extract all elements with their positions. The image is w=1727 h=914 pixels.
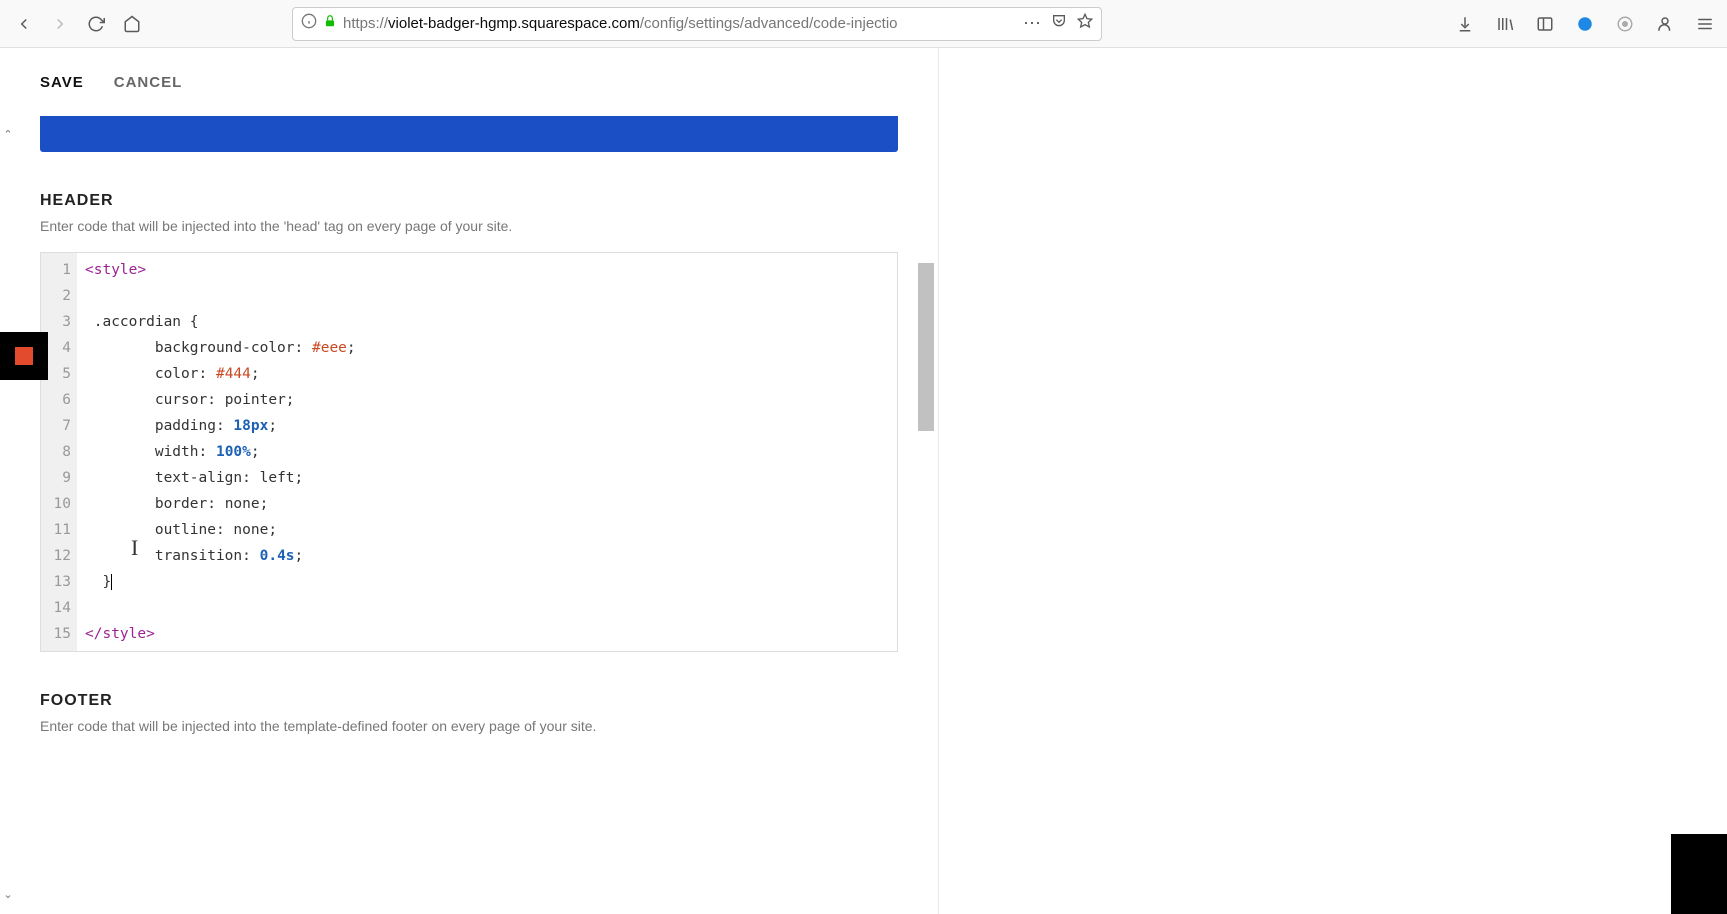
- recording-badge[interactable]: [0, 332, 48, 380]
- site-info-icon[interactable]: [301, 13, 317, 34]
- settings-panel: Available on Business and Commerce plans…: [0, 116, 938, 914]
- help-widget[interactable]: [1671, 834, 1727, 914]
- extension-icon[interactable]: [1611, 10, 1639, 38]
- record-icon: [15, 347, 33, 365]
- bookmark-star-icon[interactable]: [1077, 13, 1093, 34]
- address-bar[interactable]: https://violet-badger-hgmp.squarespace.c…: [292, 7, 1102, 41]
- url-text: https://violet-badger-hgmp.squarespace.c…: [343, 15, 1017, 32]
- cancel-button[interactable]: CANCEL: [114, 74, 183, 91]
- scroll-down-arrow[interactable]: ⌄: [0, 888, 16, 904]
- page-actions-icon[interactable]: ⋯: [1023, 13, 1041, 34]
- browser-right-icons: [1451, 10, 1719, 38]
- back-button[interactable]: [8, 8, 40, 40]
- app-area: SAVE CANCEL Available on Business and Co…: [0, 48, 1727, 914]
- pocket-icon[interactable]: [1051, 13, 1067, 34]
- reload-button[interactable]: [80, 8, 112, 40]
- footer-section-desc: Enter code that will be injected into th…: [40, 718, 898, 734]
- header-code-editor[interactable]: 1 2 3 4 5 6 7 8 9 10 11 12 13 14 15: [40, 252, 898, 652]
- notice-text: Available on Business and Commerce plans…: [292, 116, 645, 124]
- home-button[interactable]: [116, 8, 148, 40]
- library-icon[interactable]: [1491, 10, 1519, 38]
- menu-icon[interactable]: [1691, 10, 1719, 38]
- scroll-thumb[interactable]: [918, 263, 934, 431]
- scrollbar[interactable]: [918, 128, 934, 908]
- browser-toolbar: https://violet-badger-hgmp.squarespace.c…: [0, 0, 1727, 48]
- code-area[interactable]: <style> .accordian { background-color: #…: [77, 253, 897, 651]
- line-gutter: 1 2 3 4 5 6 7 8 9 10 11 12 13 14 15: [41, 253, 77, 651]
- account-icon[interactable]: [1651, 10, 1679, 38]
- save-button[interactable]: SAVE: [40, 74, 84, 91]
- footer-section-title: FOOTER: [40, 692, 898, 710]
- scroll-up-arrow[interactable]: ⌃: [0, 128, 16, 144]
- lock-icon[interactable]: [323, 14, 337, 33]
- preview-pane: [938, 48, 1727, 914]
- forward-button[interactable]: [44, 8, 76, 40]
- sidebar-icon[interactable]: [1531, 10, 1559, 38]
- header-section-desc: Enter code that will be injected into th…: [40, 218, 898, 234]
- downloads-icon[interactable]: [1451, 10, 1479, 38]
- upgrade-notice[interactable]: Available on Business and Commerce plans…: [40, 116, 898, 152]
- extension-edge-icon[interactable]: [1571, 10, 1599, 38]
- header-section-title: HEADER: [40, 192, 898, 210]
